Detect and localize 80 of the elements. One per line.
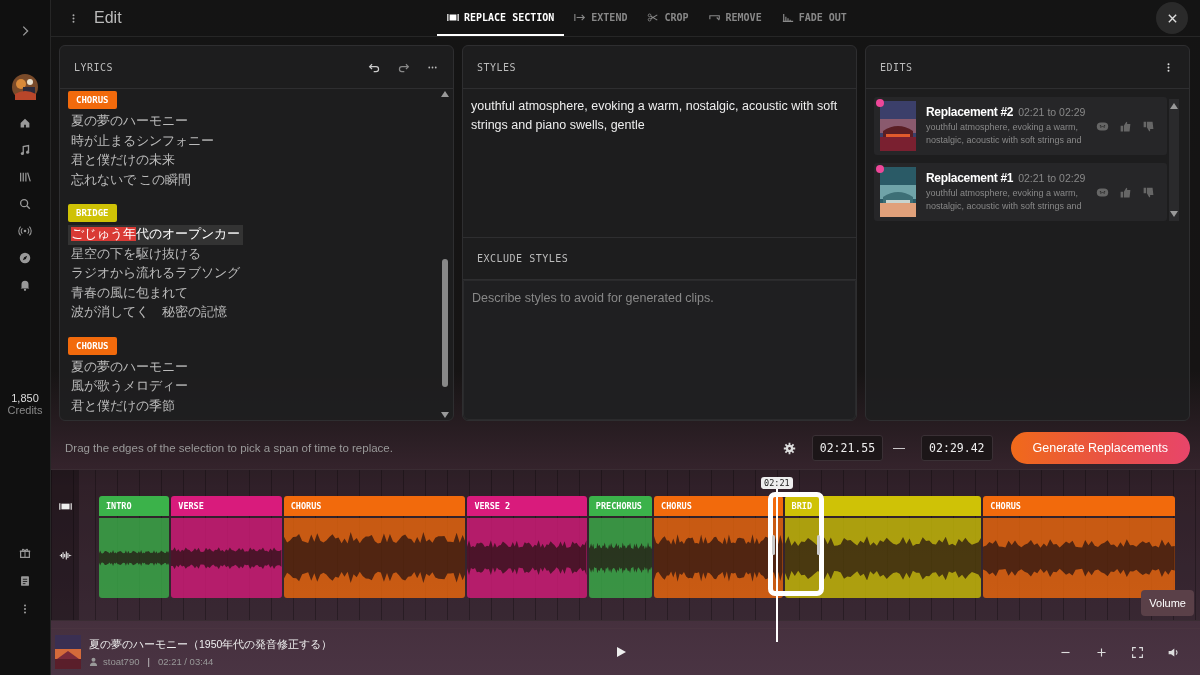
extend-icon bbox=[574, 12, 587, 22]
edit-range: 02:21 to 02:29 bbox=[1018, 172, 1086, 184]
lyric-line[interactable]: 君と僕だけの未来 bbox=[68, 151, 178, 171]
sections-icon[interactable] bbox=[58, 500, 72, 513]
styles-field[interactable]: youthful atmosphere, evoking a warm, nostalgic, acoustic with soft strings and piano swells, gentle bbox=[463, 89, 856, 237]
plus-icon[interactable] bbox=[1095, 645, 1108, 659]
edit-description: youthful atmosphere, evoking a warm, nostalgic, acoustic with soft strings and bbox=[926, 187, 1083, 213]
compass-icon[interactable] bbox=[18, 251, 32, 265]
lyric-line[interactable]: 波が消してく 秘密の記憶 bbox=[68, 303, 230, 323]
section-tag: CHORUS bbox=[68, 336, 117, 355]
edit-item[interactable]: Replacement #1 02:21 to 02:29 youthful atmosphere, evoking a warm, nostalgic, acoustic with soft strings and bbox=[874, 163, 1167, 221]
panel-title: EXCLUDE STYLES bbox=[477, 253, 569, 264]
edit-item[interactable]: Replacement #2 02:21 to 02:29 youthful atmosphere, evoking a warm, nostalgic, acoustic with soft strings and bbox=[874, 97, 1167, 155]
section-tag: BRIDGE bbox=[68, 204, 117, 222]
generate-replacements-button[interactable]: Generate Replacements bbox=[1010, 432, 1190, 464]
lyric-line[interactable]: 青春の風に包まれて bbox=[68, 283, 191, 303]
credits-label: Credits bbox=[7, 404, 43, 416]
thumbs-down-icon[interactable] bbox=[1142, 185, 1155, 199]
edit-title: Replacement #1 bbox=[926, 171, 1014, 185]
document-icon[interactable] bbox=[18, 574, 32, 588]
thumbs-down-icon[interactable] bbox=[1142, 119, 1155, 133]
settings-icon[interactable] bbox=[782, 441, 796, 455]
close-button[interactable] bbox=[1156, 2, 1188, 34]
scissors-icon bbox=[647, 12, 660, 22]
waveform-icon[interactable] bbox=[58, 549, 72, 562]
hint-text: Drag the edges of the selection to pick a span of time to replace. bbox=[65, 442, 393, 454]
lyric-line[interactable]: 夏の夢のハーモニー bbox=[68, 357, 191, 377]
close-icon bbox=[1166, 12, 1178, 24]
panel-title: LYRICS bbox=[74, 61, 114, 73]
lyric-line[interactable]: 忘れないで この瞬間 bbox=[68, 170, 195, 190]
thumbs-up-icon[interactable] bbox=[1119, 119, 1132, 133]
panel-title: STYLES bbox=[477, 61, 517, 73]
bell-icon[interactable] bbox=[18, 278, 32, 292]
lyric-line[interactable]: ラジオから流れるラブソング bbox=[68, 264, 243, 284]
edit-title: Replacement #2 bbox=[926, 105, 1014, 119]
gift-icon[interactable] bbox=[18, 546, 32, 560]
exclude-styles-field[interactable]: Describe styles to avoid for generated clips. bbox=[463, 280, 856, 420]
edit-description: youthful atmosphere, evoking a warm, nostalgic, acoustic with soft strings and bbox=[926, 121, 1083, 147]
end-time-field[interactable]: 02:29.42 bbox=[921, 435, 993, 461]
tab[interactable]: EXTEND bbox=[564, 0, 638, 36]
tooltip: Volume bbox=[1141, 590, 1194, 616]
section-tag: CHORUS bbox=[68, 91, 117, 109]
fullscreen-icon[interactable] bbox=[1131, 645, 1144, 659]
lyric-line[interactable]: 風が歌うメロディー bbox=[68, 377, 191, 397]
scrollbar[interactable] bbox=[1169, 99, 1179, 221]
tab[interactable]: CROP bbox=[637, 0, 699, 36]
tab[interactable]: REMOVE bbox=[698, 0, 772, 36]
lyric-line[interactable]: 星空の下を駆け抜ける bbox=[68, 244, 204, 264]
edit-range: 02:21 to 02:29 bbox=[1018, 106, 1086, 118]
time-separator: — bbox=[893, 441, 906, 455]
meta-separator: | bbox=[147, 655, 150, 667]
broadcast-icon[interactable] bbox=[18, 224, 32, 238]
section-label[interactable]: VERSE bbox=[171, 496, 282, 516]
tab[interactable]: FADE OUT bbox=[771, 0, 857, 36]
search-icon[interactable] bbox=[18, 197, 32, 211]
username[interactable]: stoat790 bbox=[103, 655, 140, 667]
library-icon[interactable] bbox=[18, 170, 32, 184]
thumbs-up-icon[interactable] bbox=[1119, 185, 1132, 199]
section-label[interactable]: VERSE 2 bbox=[467, 496, 587, 516]
playhead-time: 02:21 bbox=[761, 477, 793, 489]
remove-icon bbox=[708, 12, 721, 22]
music-note-icon[interactable] bbox=[18, 143, 32, 157]
scrollbar[interactable] bbox=[439, 91, 451, 418]
tab[interactable]: REPLACE SECTION bbox=[437, 0, 565, 36]
face-icon[interactable] bbox=[1096, 185, 1109, 199]
start-time-field[interactable]: 02:21.55 bbox=[811, 435, 884, 461]
lyric-line[interactable]: 君と僕だけの季節 bbox=[68, 396, 178, 416]
play-icon[interactable] bbox=[615, 646, 627, 658]
replace-icon bbox=[447, 12, 459, 22]
page-title: Edit bbox=[94, 9, 122, 27]
fade-icon bbox=[781, 12, 794, 22]
lyric-line[interactable]: 夏の夢のハーモニー bbox=[68, 112, 191, 132]
home-icon[interactable] bbox=[18, 116, 32, 130]
face-icon[interactable] bbox=[1096, 119, 1109, 133]
track-time: 02:21 / 03:44 bbox=[157, 655, 214, 667]
user-icon bbox=[89, 656, 98, 666]
panel-title: EDITS bbox=[880, 61, 913, 73]
lyric-line[interactable]: 時が止まるシンフォニー bbox=[68, 131, 217, 151]
credits-count: 1,850 bbox=[11, 392, 39, 404]
track-title[interactable]: 夏の夢のハーモニー（1950年代の発音修正する） bbox=[89, 637, 333, 652]
